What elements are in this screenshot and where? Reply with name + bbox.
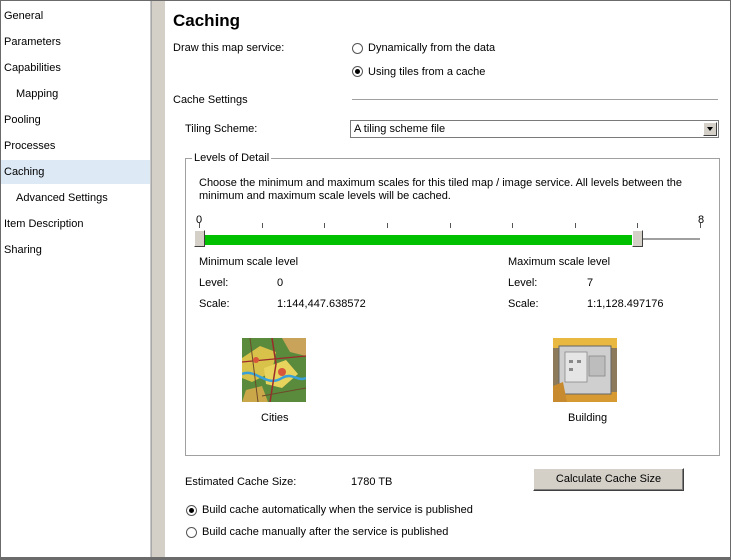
calculate-cache-size-button[interactable]: Calculate Cache Size	[533, 468, 684, 491]
sidebar-item-caching[interactable]: Caching	[1, 160, 150, 184]
sidebar-item-advanced-settings[interactable]: Advanced Settings	[1, 186, 150, 210]
sidebar-item-pooling[interactable]: Pooling	[1, 108, 150, 132]
sidebar-item-item-description[interactable]: Item Description	[1, 212, 150, 236]
cache-settings-heading: Cache Settings	[173, 94, 248, 106]
radio-dynamic[interactable]	[352, 43, 363, 54]
sidebar-item-capabilities[interactable]: Capabilities	[1, 56, 150, 80]
tiling-scheme-label: Tiling Scheme:	[185, 123, 258, 135]
max-scale-value: 1:1,128.497176	[587, 298, 664, 310]
dialog-frame: General Parameters Capabilities Mapping …	[0, 0, 731, 560]
slider-selected-range	[199, 235, 637, 245]
min-level-label: Level:	[199, 277, 229, 289]
slider-tick	[324, 223, 325, 228]
radio-build-automatically[interactable]	[186, 505, 197, 516]
radio-build-manually-label[interactable]: Build cache manually after the service i…	[202, 526, 448, 538]
min-scale-label: Scale:	[199, 298, 230, 310]
min-scale-value: 1:144,447.638572	[277, 298, 366, 310]
radio-dynamic-label[interactable]: Dynamically from the data	[368, 42, 495, 54]
draw-service-label: Draw this map service:	[173, 42, 285, 54]
slider-tick	[262, 223, 263, 228]
chevron-down-icon[interactable]	[703, 122, 717, 136]
building-preview-image	[553, 338, 617, 402]
panel-splitter[interactable]	[151, 1, 165, 557]
levels-description: Choose the minimum and maximum scales fo…	[199, 177, 682, 202]
estimated-size-label: Estimated Cache Size:	[185, 476, 297, 488]
levels-of-detail-label: Levels of Detail	[192, 152, 272, 164]
sidebar-item-mapping[interactable]: Mapping	[1, 82, 150, 106]
max-scale-heading: Maximum scale level	[508, 256, 611, 268]
tiling-scheme-dropdown[interactable]: A tiling scheme file	[350, 120, 719, 138]
slider-tick	[450, 223, 451, 228]
caching-panel: Caching Draw this map service: Dynamical…	[165, 1, 730, 557]
sidebar-item-sharing[interactable]: Sharing	[1, 238, 150, 262]
slider-max-label: 8	[698, 214, 705, 226]
page-title: Caching	[173, 11, 241, 30]
radio-tiles-label[interactable]: Using tiles from a cache	[368, 66, 485, 78]
max-level-thumb[interactable]	[632, 230, 643, 247]
estimated-size-value: 1780 TB	[351, 476, 393, 488]
slider-tick	[700, 223, 701, 228]
min-level-value: 0	[277, 277, 284, 289]
sidebar-item-processes[interactable]: Processes	[1, 134, 150, 158]
max-level-value: 7	[587, 277, 594, 289]
slider-tick	[387, 223, 388, 228]
sidebar-item-parameters[interactable]: Parameters	[1, 30, 150, 54]
cities-preview-image	[242, 338, 306, 402]
slider-tick	[512, 223, 513, 228]
slider-tick	[199, 223, 200, 228]
cities-caption: Cities	[261, 412, 289, 424]
section-divider	[352, 99, 718, 100]
sidebar: General Parameters Capabilities Mapping …	[1, 1, 151, 557]
radio-build-manually[interactable]	[186, 527, 197, 538]
max-scale-label: Scale:	[508, 298, 539, 310]
radio-build-automatically-label[interactable]: Build cache automatically when the servi…	[202, 504, 473, 516]
max-level-label: Level:	[508, 277, 538, 289]
slider-tick	[637, 223, 638, 228]
tiling-scheme-value: A tiling scheme file	[354, 123, 446, 135]
building-caption: Building	[568, 412, 608, 424]
radio-tiles-from-cache[interactable]	[352, 66, 363, 77]
min-level-thumb[interactable]	[194, 230, 205, 247]
min-scale-heading: Minimum scale level	[199, 256, 299, 268]
sidebar-item-general[interactable]: General	[1, 4, 150, 28]
slider-tick	[575, 223, 576, 228]
